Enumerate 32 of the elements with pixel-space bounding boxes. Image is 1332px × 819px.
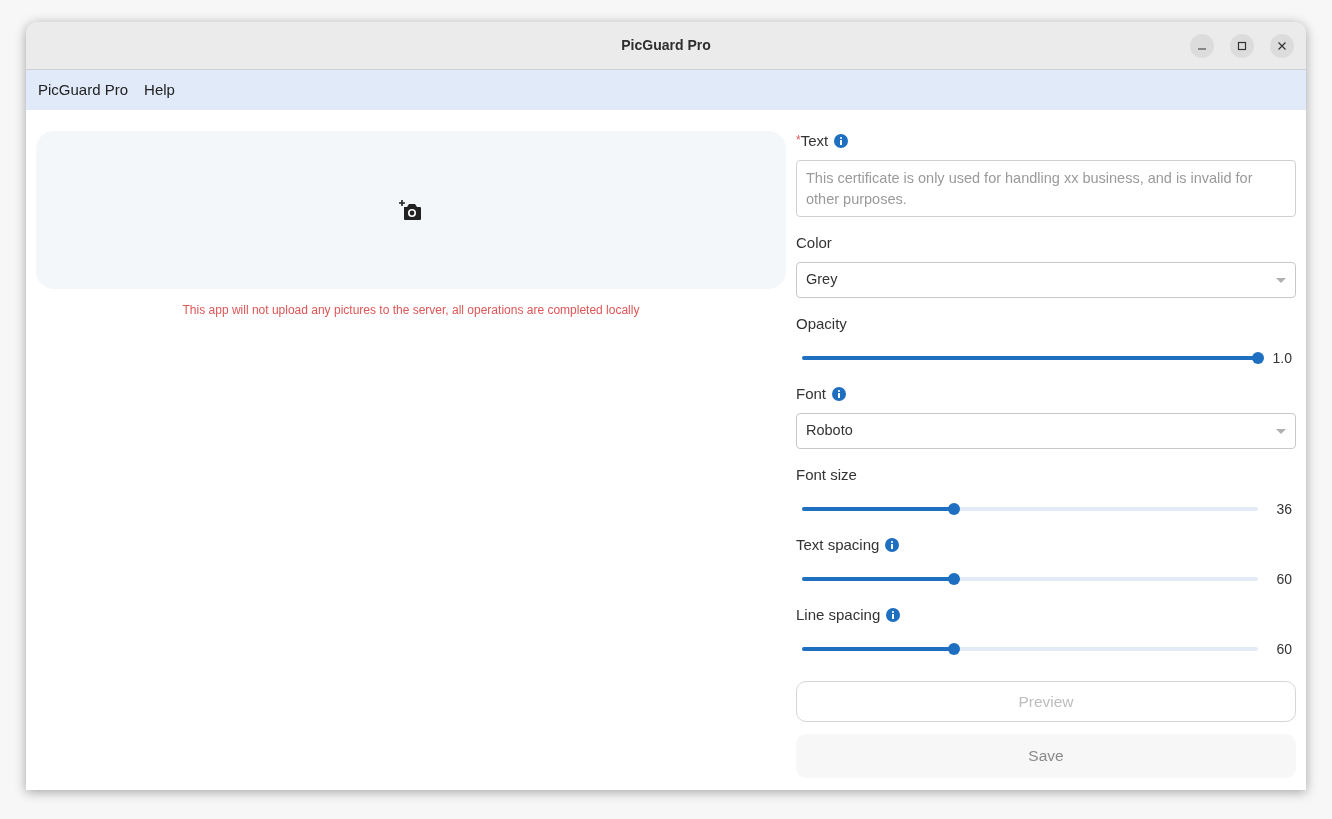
field-label: Font: [796, 383, 826, 404]
maximize-icon: [1237, 41, 1247, 51]
field-label: Color: [796, 232, 832, 253]
close-icon: [1277, 41, 1287, 51]
slider-thumb[interactable]: [947, 643, 960, 655]
dropdown-caret-icon: [1276, 277, 1286, 283]
required-mark: *: [796, 132, 801, 149]
slider-thumb[interactable]: [947, 573, 960, 585]
menu-item[interactable]: PicGuard Pro: [30, 78, 137, 102]
maximize-button[interactable]: [1230, 34, 1254, 58]
text-field[interactable]: This certificate is only used for handling xx business, and is invalid for other purposes.: [796, 160, 1296, 217]
add-photo-icon: [399, 199, 423, 221]
slider-value: 1.0: [1272, 348, 1292, 368]
minimize-icon: [1198, 48, 1206, 50]
privacy-notice: This app will not upload any pictures to the server, all operations are completed locally: [182, 302, 640, 319]
field-label: Line spacing: [796, 604, 881, 625]
window-title: PicGuard Pro: [621, 36, 711, 55]
minimize-button[interactable]: [1190, 34, 1214, 58]
field-label: Opacity: [796, 313, 847, 334]
close-button[interactable]: [1270, 34, 1294, 58]
slider-value: 36: [1276, 499, 1292, 519]
slider-thumb[interactable]: [947, 503, 960, 515]
slider-thumb[interactable]: [1252, 352, 1264, 364]
slider-value: 60: [1276, 639, 1292, 659]
dropdown[interactable]: Grey: [796, 262, 1296, 298]
field-label: Text spacing: [796, 534, 880, 555]
field-label: Text: [800, 130, 829, 151]
menu-item[interactable]: Help: [136, 78, 183, 102]
slider-value: 60: [1276, 569, 1292, 589]
dropdown-caret-icon: [1276, 428, 1286, 434]
field-label: Font size: [796, 464, 857, 485]
dropdown[interactable]: Roboto: [796, 413, 1296, 449]
